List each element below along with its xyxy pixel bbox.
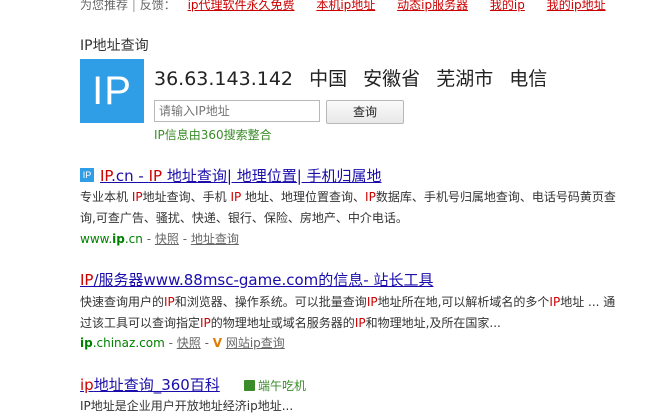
recommend-link-3[interactable]: 动态ip服务器: [397, 0, 468, 12]
ip-site-icon: IP: [80, 168, 94, 182]
recommend-link-5[interactable]: 我的ip地址: [547, 0, 606, 12]
ip-address: 36.63.143.142: [154, 68, 294, 90]
ip-result: 36.63.143.142 中国 安徽省 芜湖市 电信: [154, 64, 557, 91]
result-desc-1: 专业本机 IP地址查询、手机 IP 地址、地理位置查询、IP数据库、手机号归属地…: [80, 190, 616, 225]
result-title-2[interactable]: IP/服务器www.88msc-game.com的信息- 站长工具: [80, 269, 433, 290]
snapshot-link-1[interactable]: 快照: [155, 232, 179, 246]
recommend-label: 为您推荐: [80, 0, 129, 12]
result-url-2: ip.chinaz.com - 快照 - V 网站ip查询: [80, 336, 285, 350]
result-badge-3[interactable]: 端午吃机: [244, 377, 306, 394]
snapshot-link-2[interactable]: 快照: [177, 336, 201, 350]
result-url-1: www.ip.cn - 快照 - 地址查询: [80, 232, 239, 246]
recommend-divider: |: [131, 0, 136, 12]
v-verified-icon: V: [212, 336, 223, 350]
result-title-3[interactable]: ip地址查询_360百科: [80, 374, 220, 395]
query-button[interactable]: 查询: [326, 100, 404, 124]
ip-province: 安徽省: [363, 68, 421, 90]
extra-link-1[interactable]: 地址查询: [191, 232, 239, 246]
ip-city: 芜湖市: [436, 68, 494, 90]
feedback-link[interactable]: 反馈：: [140, 0, 176, 12]
recommend-link-4[interactable]: 我的ip: [490, 0, 525, 12]
gift-icon: [244, 380, 255, 391]
result-desc-2: 快速查询用户的IP和浏览器、操作系统。可以批量查询IP地址所在地,可以解析域名的…: [80, 295, 616, 330]
extra-link-2[interactable]: 网站ip查询: [226, 336, 285, 350]
ip-search-input[interactable]: [154, 100, 320, 122]
recommend-link-2[interactable]: 本机ip地址: [316, 0, 375, 12]
recommend-bar: 为您推荐 | 反馈： ip代理软件永久免费 本机ip地址 动态ip服务器 我的i…: [80, 0, 624, 13]
ip-isp: 电信: [509, 68, 548, 90]
ip-source-note: IP信息由360搜索整合: [154, 128, 272, 142]
ip-box-title: IP地址查询: [80, 38, 149, 54]
ip-logo-icon: IP: [80, 59, 144, 123]
ip-country: 中国: [309, 68, 348, 90]
result-title-1[interactable]: IP.cn - IP 地址查询| 地理位置| 手机归属地: [100, 165, 382, 186]
recommend-link-1[interactable]: ip代理软件永久免费: [188, 0, 295, 12]
result-desc-3: IP地址是企业用户开放地址经济ip地址...: [80, 399, 294, 413]
